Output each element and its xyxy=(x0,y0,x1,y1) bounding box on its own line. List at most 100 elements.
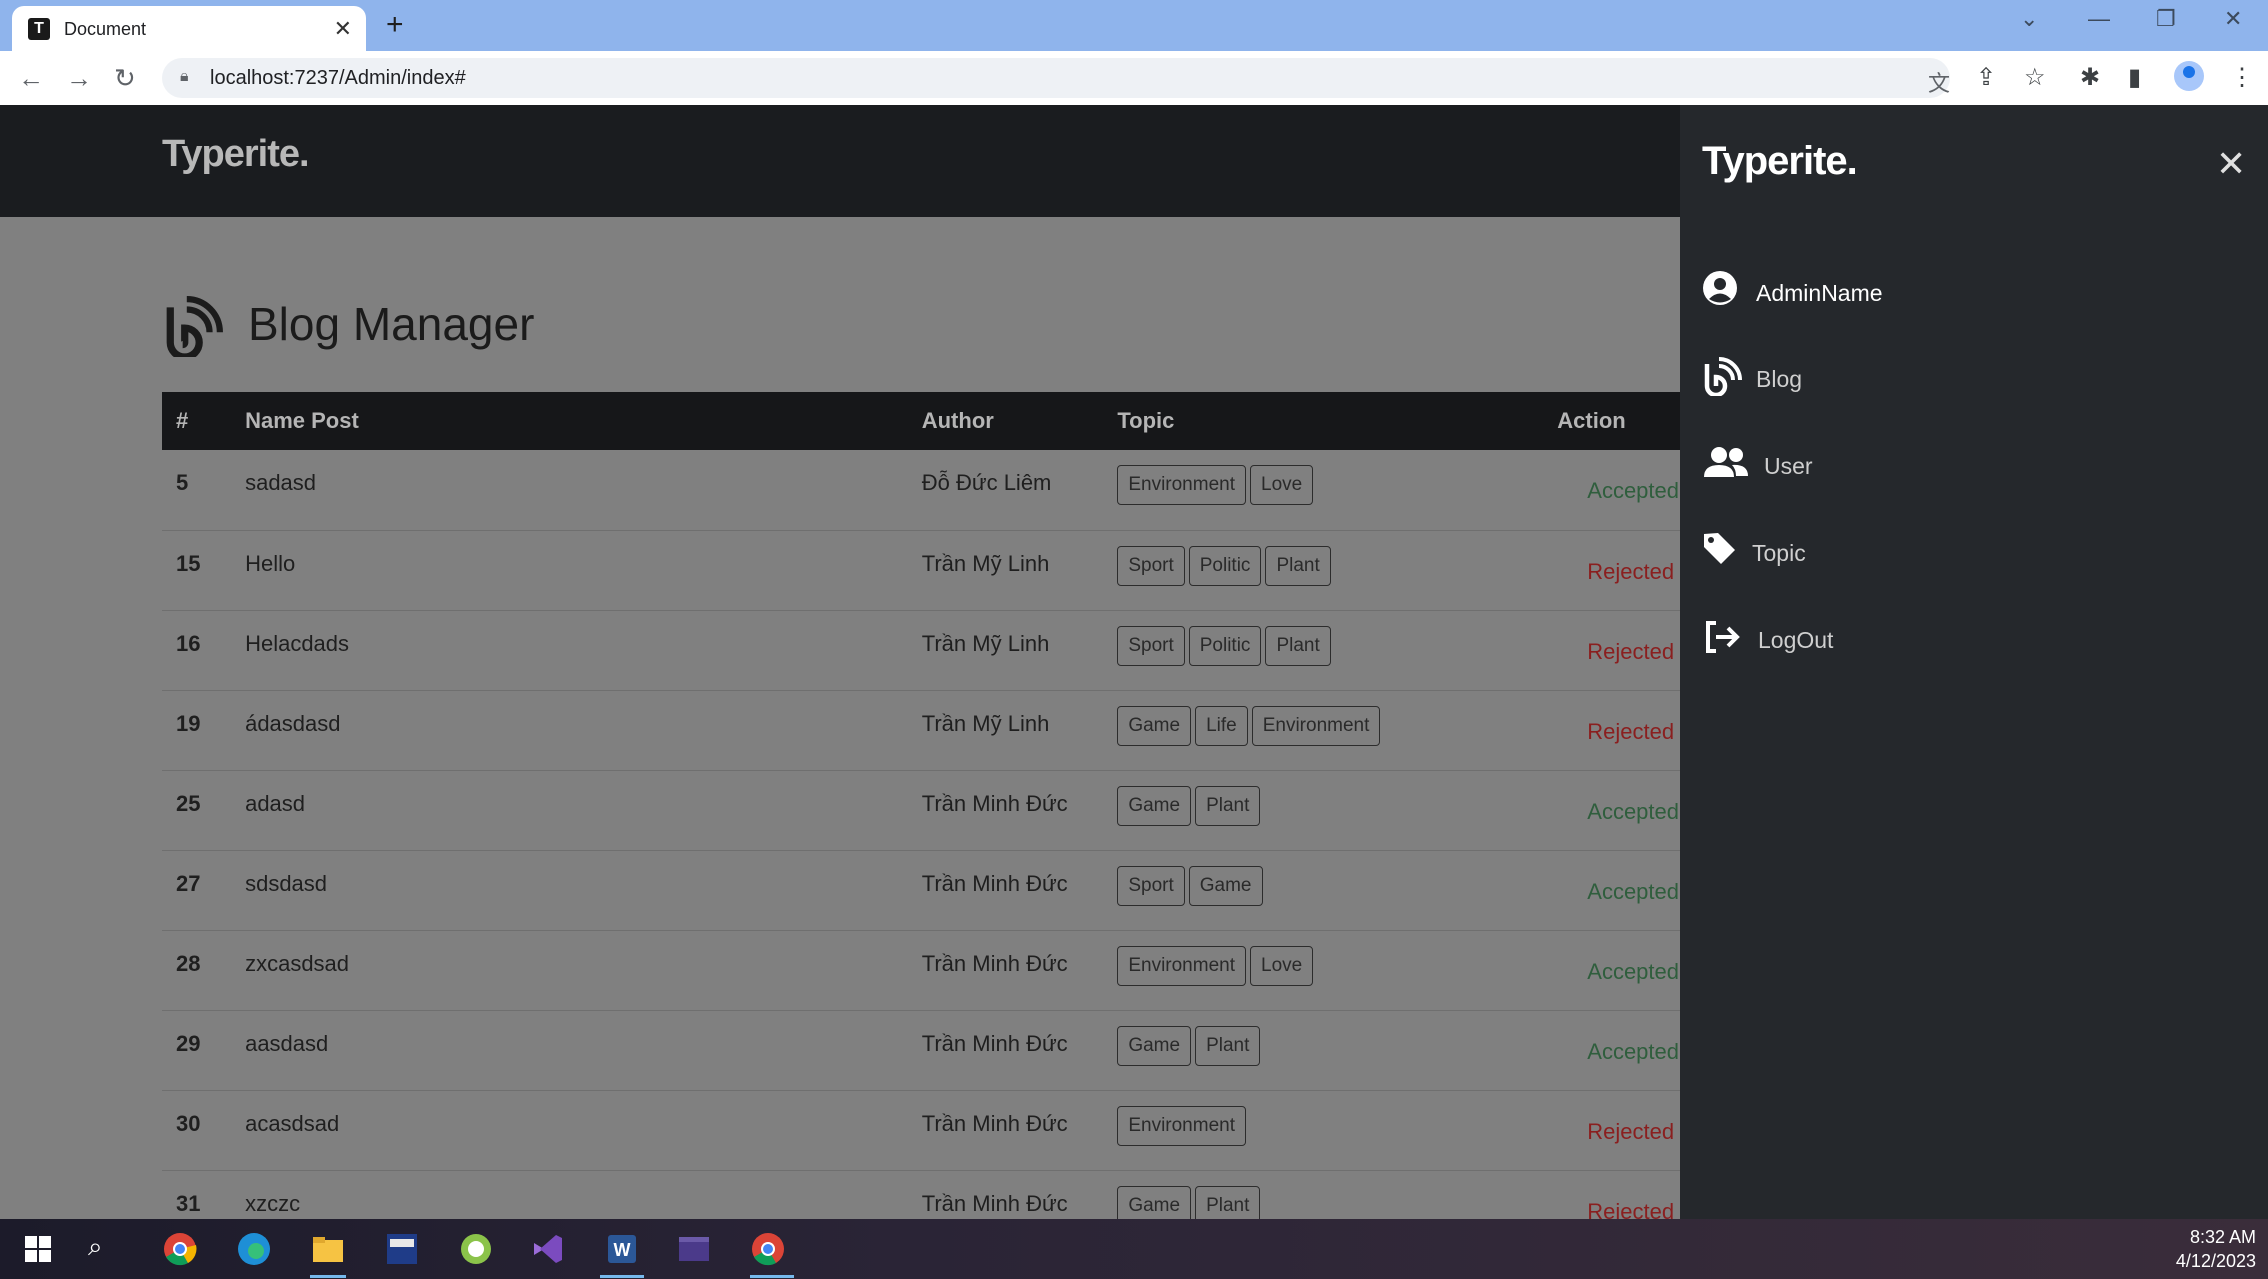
table-header-row: # Name Post Author Topic Action xyxy=(162,392,1680,450)
post-author: Trần Minh Đức xyxy=(907,1090,1104,1171)
status-link[interactable]: Rejected xyxy=(1557,1119,1674,1145)
status-link[interactable]: Accepted xyxy=(1557,959,1679,985)
topic-tag[interactable]: Environment xyxy=(1117,945,1246,986)
post-name: ádasdasd xyxy=(231,690,908,771)
post-topics: Sport Politic Plant xyxy=(1103,530,1544,611)
url-text[interactable]: localhost:7237/Admin/index# xyxy=(210,67,466,90)
status-link[interactable]: Accepted xyxy=(1557,799,1679,825)
edge-icon[interactable] xyxy=(236,1231,272,1267)
post-topics: Environment xyxy=(1103,1090,1544,1171)
address-bar[interactable]: 🔒︎ localhost:7237/Admin/index# 文 xyxy=(162,58,1950,98)
status-link[interactable]: Rejected xyxy=(1557,1199,1674,1220)
file-explorer-icon[interactable] xyxy=(310,1231,346,1267)
system-clock[interactable]: 8:32 AM 4/12/2023 xyxy=(2176,1225,2256,1273)
active-indicator xyxy=(750,1275,794,1278)
topic-tag[interactable]: Plant xyxy=(1195,1025,1261,1066)
post-id: 31 xyxy=(162,1170,232,1219)
topic-tag[interactable]: Environment xyxy=(1117,465,1246,505)
post-name: xzczc xyxy=(231,1170,908,1219)
site-logo[interactable]: Typerite. xyxy=(162,133,310,176)
restore-icon[interactable]: ❐ xyxy=(2156,6,2176,32)
status-link[interactable]: Accepted xyxy=(1557,879,1679,905)
topic-tag[interactable]: Love xyxy=(1250,465,1314,505)
devcpp-icon[interactable] xyxy=(384,1231,420,1267)
bookmark-star-icon[interactable]: ☆ xyxy=(2024,63,2046,92)
user-circle-icon xyxy=(1703,271,1737,305)
word-icon[interactable]: W xyxy=(604,1231,640,1267)
status-link[interactable]: Rejected xyxy=(1557,559,1674,585)
topic-tag[interactable]: Game xyxy=(1117,1025,1192,1066)
post-name: adasd xyxy=(231,770,908,851)
menu-kebab-icon[interactable]: ⋮ xyxy=(2230,63,2254,92)
topic-tag[interactable]: Life xyxy=(1195,705,1248,746)
translate-icon[interactable]: 文 xyxy=(1928,66,1950,98)
close-icon[interactable]: ✕ xyxy=(2216,143,2246,185)
post-topics: Game Plant xyxy=(1103,1010,1544,1091)
topic-tag[interactable]: Environment xyxy=(1251,705,1381,746)
profile-avatar[interactable] xyxy=(2174,61,2204,91)
reload-icon[interactable]: ↻ xyxy=(114,63,136,94)
window-close-icon[interactable]: ✕ xyxy=(2224,6,2242,32)
topic-tag[interactable]: Game xyxy=(1117,705,1192,746)
topic-tag[interactable]: Environment xyxy=(1117,1105,1246,1146)
sidebar-item-label: User xyxy=(1764,453,1813,479)
post-topics: Game Plant xyxy=(1103,770,1544,851)
search-icon[interactable]: ⌕ xyxy=(88,1231,124,1267)
sidebar-item-label: LogOut xyxy=(1758,627,1834,653)
topic-tag[interactable]: Sport xyxy=(1117,625,1185,666)
topic-tag[interactable]: Plant xyxy=(1195,1185,1261,1219)
post-topics: Sport Politic Plant xyxy=(1103,610,1544,691)
status-link[interactable]: Accepted xyxy=(1557,1039,1679,1065)
topic-tag[interactable]: Sport xyxy=(1117,865,1185,906)
tab-search-icon[interactable]: ⌄ xyxy=(2020,6,2038,32)
status-link[interactable]: Accepted xyxy=(1557,478,1679,504)
terminal-icon[interactable] xyxy=(676,1231,712,1267)
tab-close-icon[interactable]: ✕ xyxy=(334,16,352,42)
chrome-icon[interactable] xyxy=(162,1231,198,1267)
taskbar: ⌕ W 8:32 AM 4/12/2023 xyxy=(0,1219,2268,1279)
topic-tag[interactable]: Love xyxy=(1250,945,1314,986)
share-icon[interactable]: ⇪ xyxy=(1976,63,1996,92)
browser-toolbar: ← → ↻ 🔒︎ localhost:7237/Admin/index# 文 ⇪… xyxy=(0,51,2268,105)
post-id: 29 xyxy=(162,1010,232,1091)
column-header-name: Name Post xyxy=(245,408,359,433)
post-action: Rejected xyxy=(1543,1090,1680,1171)
topic-tag[interactable]: Game xyxy=(1188,865,1263,906)
topic-tag[interactable]: Plant xyxy=(1195,785,1261,826)
topic-tag[interactable]: Plant xyxy=(1265,625,1331,666)
status-link[interactable]: Rejected xyxy=(1557,719,1674,745)
new-tab-icon[interactable]: + xyxy=(386,8,404,42)
table-row: 19 ádasdasd Trần Mỹ Linh Game Life Environmen… xyxy=(162,690,1680,771)
visual-studio-icon[interactable] xyxy=(530,1231,566,1267)
back-icon[interactable]: ← xyxy=(18,63,44,94)
topic-tag[interactable]: Politic xyxy=(1188,545,1262,586)
sidebar-panel: Typerite. ✕ AdminName Blog User Topic Lo… xyxy=(1680,105,2268,1219)
topic-tag[interactable]: Sport xyxy=(1117,545,1185,586)
post-id: 5 xyxy=(162,450,232,531)
table-row: 29 aasdasd Trần Minh Đức Game Plant Accepted xyxy=(162,1010,1680,1091)
minimize-icon[interactable]: — xyxy=(2088,6,2110,32)
status-link[interactable]: Rejected xyxy=(1557,639,1674,665)
post-author: Trần Minh Đức xyxy=(907,930,1104,1011)
topic-tag[interactable]: Game xyxy=(1117,1185,1192,1219)
topic-tag[interactable]: Politic xyxy=(1188,625,1262,666)
tag-icon xyxy=(1704,533,1735,564)
logout-icon xyxy=(1706,621,1740,653)
post-author: Trần Minh Đức xyxy=(907,1010,1104,1091)
post-topics: Environment Love xyxy=(1103,930,1544,1011)
topic-tag[interactable]: Game xyxy=(1117,785,1192,826)
table-row: 5 sadasd Đỗ Đức Liêm Environment Love Accepte… xyxy=(162,450,1680,531)
post-action: Accepted xyxy=(1543,770,1680,851)
topic-tag[interactable]: Plant xyxy=(1265,545,1331,586)
app-green-icon[interactable] xyxy=(458,1231,494,1267)
side-panel-icon[interactable]: ▮ xyxy=(2128,63,2141,92)
sidebar-logo[interactable]: Typerite. xyxy=(1702,139,1858,184)
windows-start-icon[interactable] xyxy=(20,1231,56,1267)
extensions-icon[interactable]: ✱ xyxy=(2080,63,2100,92)
forward-icon[interactable]: → xyxy=(66,63,92,94)
post-action: Accepted xyxy=(1543,930,1680,1011)
browser-tab[interactable]: T Document ✕ xyxy=(12,6,366,51)
chrome-profile-icon[interactable] xyxy=(750,1231,786,1267)
active-indicator xyxy=(310,1275,346,1278)
post-name: Helacdads xyxy=(231,610,908,691)
